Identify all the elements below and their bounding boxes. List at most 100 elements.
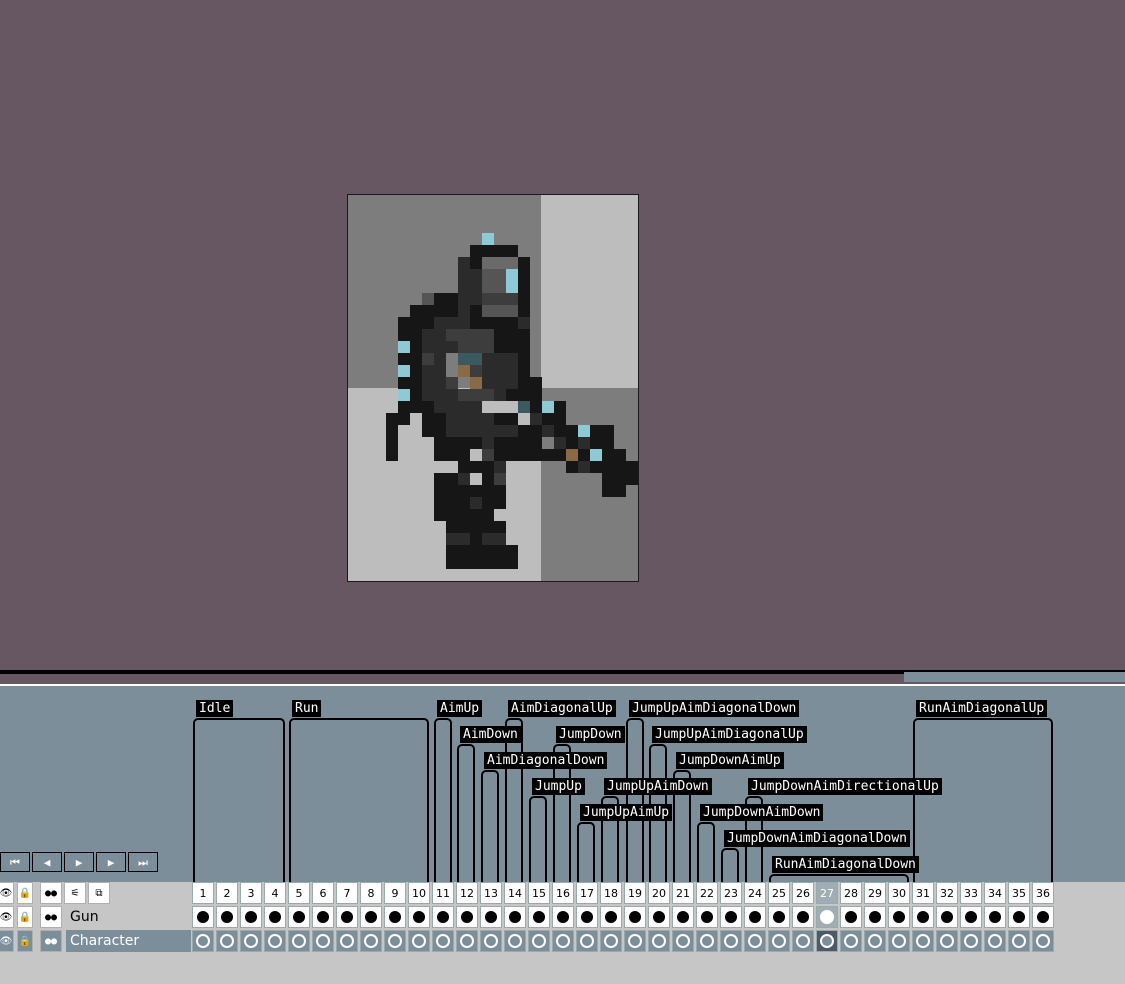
layers-toggle[interactable]: ⚟ <box>64 882 86 904</box>
cel[interactable] <box>1008 930 1030 952</box>
frame-header-34[interactable]: 34 <box>984 882 1006 904</box>
frame-header-4[interactable]: 4 <box>264 882 286 904</box>
cel[interactable] <box>912 930 934 952</box>
cel[interactable] <box>672 930 694 952</box>
frame-header-18[interactable]: 18 <box>600 882 622 904</box>
frame-header-12[interactable]: 12 <box>456 882 478 904</box>
cel[interactable] <box>888 906 910 928</box>
next-frame-button[interactable]: ▶ <box>96 852 126 872</box>
frame-header-31[interactable]: 31 <box>912 882 934 904</box>
tag-label[interactable]: AimDown <box>460 726 521 743</box>
sprite-canvas[interactable] <box>347 194 639 582</box>
cel[interactable] <box>1008 906 1030 928</box>
layer-row-character[interactable]: 👁 🔒 ●● Character <box>0 930 1125 954</box>
cel[interactable] <box>528 906 550 928</box>
tag-label[interactable]: JumpDownAimDown <box>700 804 824 821</box>
cel[interactable] <box>600 906 622 928</box>
cel[interactable] <box>264 930 286 952</box>
lock-toggle[interactable]: 🔒 <box>17 930 33 952</box>
canvas-area[interactable] <box>0 0 1125 670</box>
tag-bracket[interactable] <box>529 796 547 882</box>
tag-label[interactable]: Run <box>292 700 322 717</box>
frame-header-23[interactable]: 23 <box>720 882 742 904</box>
tag-bracket[interactable] <box>481 770 499 882</box>
cel[interactable] <box>960 906 982 928</box>
tag-bracket[interactable] <box>457 744 475 882</box>
frame-header-7[interactable]: 7 <box>336 882 358 904</box>
frame-header-20[interactable]: 20 <box>648 882 670 904</box>
cel[interactable] <box>648 906 670 928</box>
frame-header-10[interactable]: 10 <box>408 882 430 904</box>
eye-toggle[interactable]: 👁 <box>0 882 14 904</box>
frame-header-32[interactable]: 32 <box>936 882 958 904</box>
tag-label[interactable]: JumpDown <box>556 726 625 743</box>
frame-header-19[interactable]: 19 <box>624 882 646 904</box>
lock-toggle[interactable]: 🔒 <box>17 882 33 904</box>
cel[interactable] <box>432 930 454 952</box>
frame-header-28[interactable]: 28 <box>840 882 862 904</box>
cel[interactable] <box>408 930 430 952</box>
tag-label[interactable]: JumpUpAimDown <box>604 778 712 795</box>
cel[interactable] <box>192 906 214 928</box>
cel[interactable] <box>336 906 358 928</box>
link-toggle[interactable]: ●● <box>40 930 62 952</box>
tag-label[interactable]: AimDiagonalUp <box>508 700 616 717</box>
frame-header-22[interactable]: 22 <box>696 882 718 904</box>
first-frame-button[interactable]: ⏮ <box>0 852 30 872</box>
frame-header-36[interactable]: 36 <box>1032 882 1054 904</box>
tag-bracket[interactable] <box>697 822 715 882</box>
tag-bracket[interactable] <box>193 718 285 882</box>
cel[interactable] <box>768 930 790 952</box>
cel[interactable] <box>864 930 886 952</box>
cel[interactable] <box>288 930 310 952</box>
frame-header-2[interactable]: 2 <box>216 882 238 904</box>
cel[interactable] <box>264 906 286 928</box>
cel[interactable] <box>384 906 406 928</box>
lock-toggle[interactable]: 🔒 <box>17 906 33 928</box>
cel[interactable] <box>312 906 334 928</box>
cel[interactable] <box>432 906 454 928</box>
cel[interactable] <box>792 906 814 928</box>
cel[interactable] <box>624 930 646 952</box>
cel[interactable] <box>624 906 646 928</box>
cel[interactable] <box>888 930 910 952</box>
cel[interactable] <box>576 906 598 928</box>
cel[interactable] <box>552 906 574 928</box>
tag-bracket[interactable] <box>913 718 1053 882</box>
cel[interactable] <box>240 906 262 928</box>
link-toggle[interactable]: ●● <box>40 882 62 904</box>
frame-header-26[interactable]: 26 <box>792 882 814 904</box>
cel[interactable] <box>360 930 382 952</box>
cel[interactable] <box>840 930 862 952</box>
frame-header-17[interactable]: 17 <box>576 882 598 904</box>
horizontal-scrollbar[interactable] <box>904 672 1125 682</box>
tag-label[interactable]: RunAimDiagonalUp <box>916 700 1048 717</box>
frame-header-35[interactable]: 35 <box>1008 882 1030 904</box>
frame-header-6[interactable]: 6 <box>312 882 334 904</box>
cel[interactable] <box>600 930 622 952</box>
tag-bracket[interactable] <box>577 822 595 882</box>
frame-header-11[interactable]: 11 <box>432 882 454 904</box>
frame-header-30[interactable]: 30 <box>888 882 910 904</box>
cel[interactable] <box>456 930 478 952</box>
frame-header-33[interactable]: 33 <box>960 882 982 904</box>
frame-header-13[interactable]: 13 <box>480 882 502 904</box>
tag-label[interactable]: JumpDownAimUp <box>676 752 784 769</box>
frame-header-25[interactable]: 25 <box>768 882 790 904</box>
cel[interactable] <box>816 930 838 952</box>
play-button[interactable]: ▶ <box>64 852 94 872</box>
tag-bracket[interactable] <box>721 848 739 882</box>
cel[interactable] <box>216 930 238 952</box>
eye-toggle[interactable]: 👁 <box>0 930 14 952</box>
tag-label[interactable]: JumpUpAimUp <box>580 804 673 821</box>
cel[interactable] <box>456 906 478 928</box>
cel[interactable] <box>720 930 742 952</box>
cel[interactable] <box>792 930 814 952</box>
frame-header-14[interactable]: 14 <box>504 882 526 904</box>
tag-label[interactable]: JumpDownAimDiagonalDown <box>724 830 911 847</box>
tag-label[interactable]: AimUp <box>437 700 483 717</box>
cel[interactable] <box>288 906 310 928</box>
tag-label[interactable]: AimDiagonalDown <box>484 752 608 769</box>
cel[interactable] <box>696 906 718 928</box>
cel[interactable] <box>1032 906 1054 928</box>
